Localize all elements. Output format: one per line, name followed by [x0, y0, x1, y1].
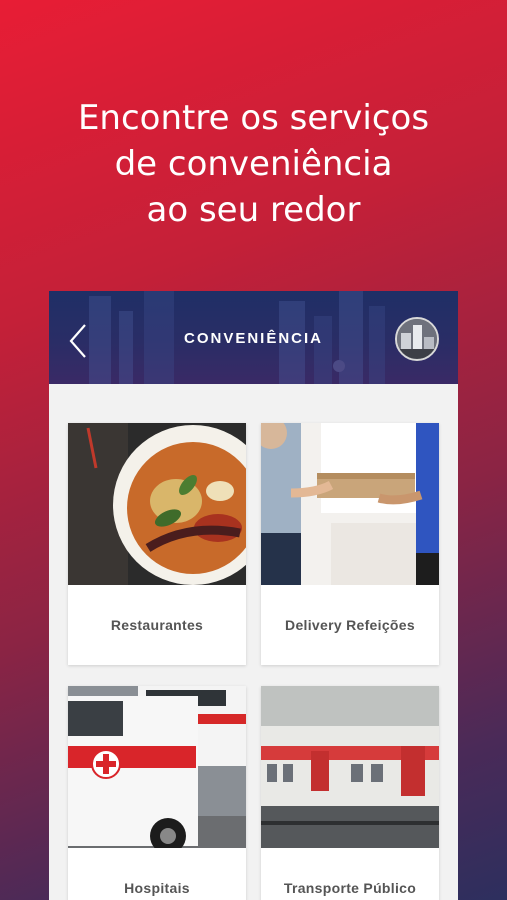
- category-card-delivery[interactable]: Delivery Refeições: [261, 423, 439, 665]
- headline-line-2: de conveniência: [114, 144, 393, 184]
- category-card-transporte[interactable]: Transporte Público: [261, 686, 439, 900]
- category-card-restaurantes[interactable]: Restaurantes: [68, 423, 246, 665]
- headline: Encontre os serviços de conveniência ao …: [0, 95, 507, 233]
- user-avatar-image: [397, 319, 437, 359]
- headline-line-3: ao seu redor: [146, 190, 361, 230]
- category-label: Delivery Refeições: [285, 617, 415, 633]
- headline-line-1: Encontre os serviços: [77, 98, 430, 138]
- ambulance-image: [68, 686, 246, 848]
- train-image: [261, 686, 439, 848]
- phone-screen: CONVENIÊNCIA Restaurantes Delivery Refei…: [49, 291, 458, 900]
- category-label: Transporte Público: [283, 880, 417, 896]
- category-label: Hospitais: [124, 880, 190, 896]
- category-card-hospitais[interactable]: Hospitais: [68, 686, 246, 900]
- category-label: Restaurantes: [110, 617, 204, 633]
- restaurant-food-image: [68, 423, 246, 585]
- app-header: CONVENIÊNCIA: [49, 291, 458, 384]
- delivery-image: [261, 423, 439, 585]
- avatar[interactable]: [395, 317, 439, 361]
